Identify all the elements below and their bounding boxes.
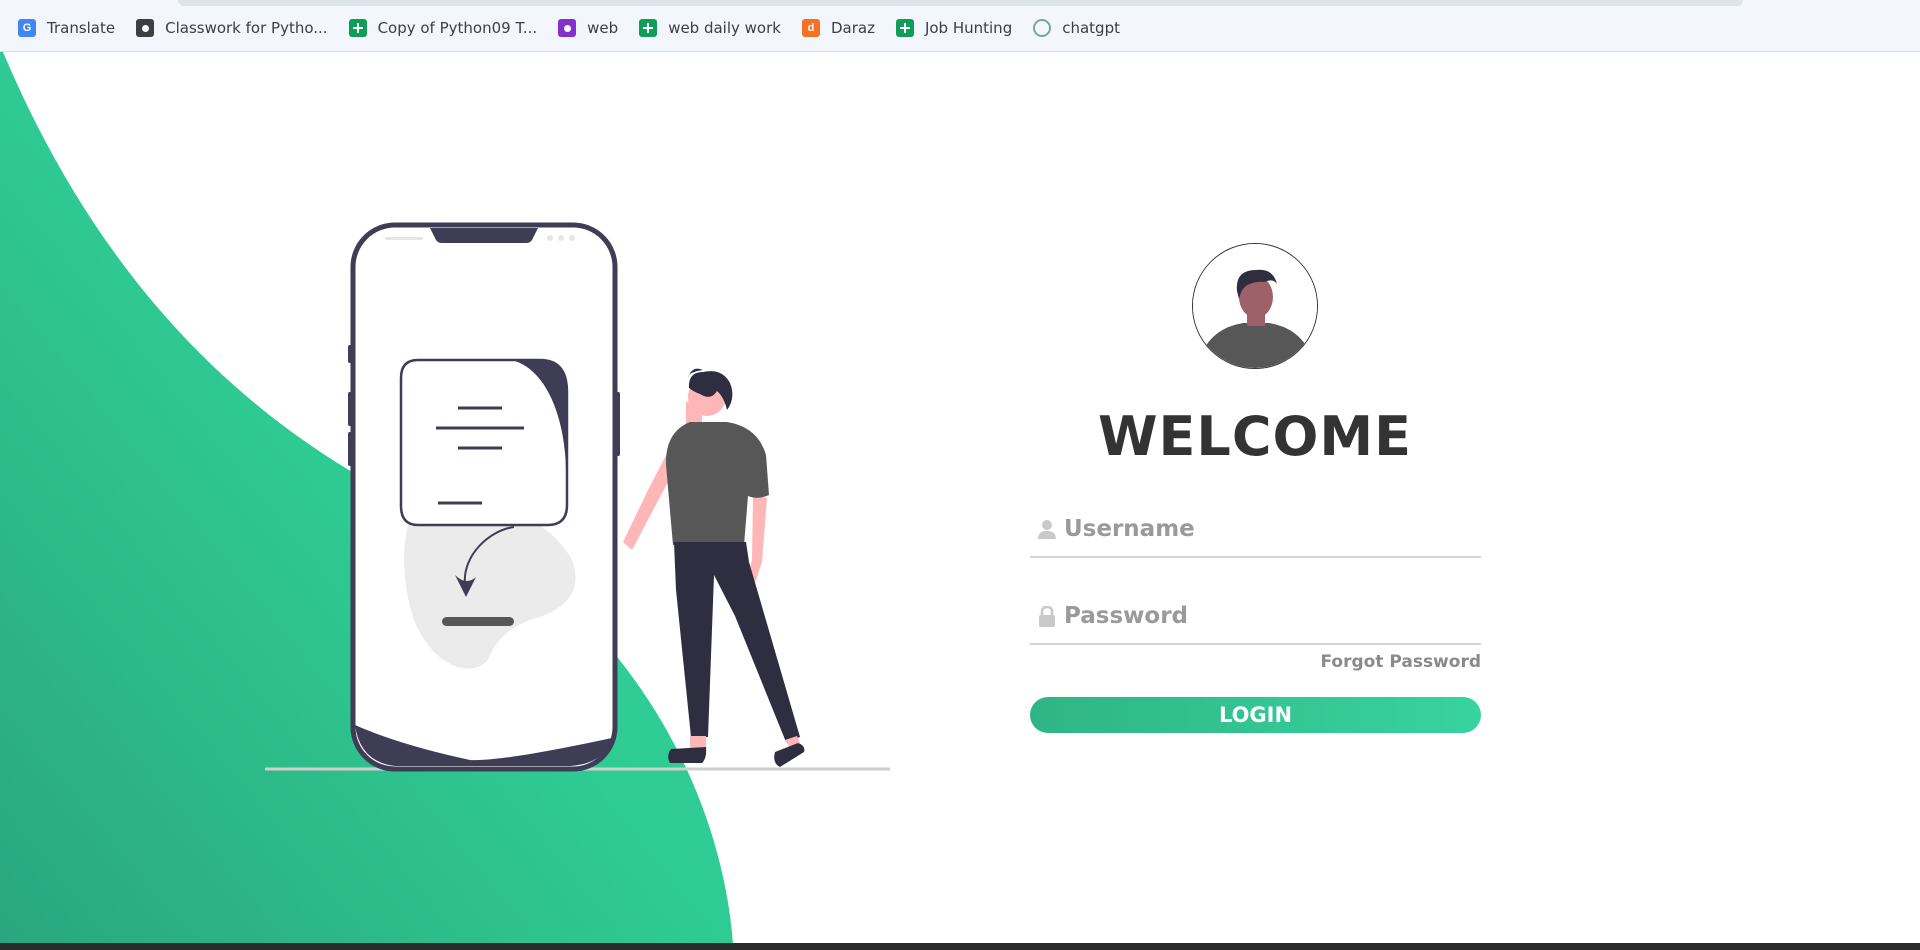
bookmarks-list: G Translate Classwork for Pytho... Copy …	[18, 16, 1141, 40]
password-input[interactable]	[1064, 596, 1464, 636]
bookmark-label: web	[587, 19, 619, 37]
tab-strip-edge	[178, 0, 1743, 6]
sheets-icon	[895, 19, 914, 37]
sheets-icon	[348, 19, 367, 37]
lock-icon	[1036, 605, 1058, 627]
avatar	[1192, 243, 1318, 369]
forgot-password-link[interactable]: Forgot Password	[1230, 652, 1481, 672]
username-field	[1030, 502, 1481, 558]
bookmark-label: chatgpt	[1062, 19, 1120, 37]
bottom-bar	[0, 943, 1920, 950]
bookmark-translate[interactable]: G Translate	[18, 16, 115, 40]
bookmark-classwork[interactable]: Classwork for Pytho...	[136, 16, 328, 40]
bookmark-job-hunting[interactable]: Job Hunting	[895, 16, 1013, 40]
username-input[interactable]	[1064, 509, 1464, 549]
login-button[interactable]: LOGIN	[1030, 697, 1481, 733]
classroom-icon	[558, 19, 577, 37]
page-title: WELCOME	[1097, 405, 1413, 468]
bookmark-label: Daraz	[830, 19, 875, 37]
chatgpt-icon	[1033, 19, 1052, 37]
bookmark-label: web daily work	[668, 19, 781, 37]
password-field	[1030, 589, 1481, 645]
bookmark-daraz[interactable]: d Daraz	[801, 16, 875, 40]
user-icon	[1036, 518, 1058, 540]
bookmark-python09[interactable]: Copy of Python09 T...	[348, 16, 538, 40]
classroom-icon	[136, 19, 155, 37]
sheets-icon	[639, 19, 658, 37]
user-avatar-icon	[1193, 244, 1317, 368]
green-wave-background	[0, 52, 733, 944]
daraz-icon: d	[801, 19, 820, 37]
bookmark-label: Copy of Python09 T...	[377, 19, 538, 37]
translate-icon: G	[18, 19, 36, 37]
bookmark-label: Translate	[47, 19, 116, 37]
bookmark-label: Job Hunting	[924, 19, 1013, 37]
bookmark-web[interactable]: web	[558, 16, 618, 40]
bookmarks-bar: G Translate Classwork for Pytho... Copy …	[0, 0, 1920, 52]
bookmark-web-daily-work[interactable]: web daily work	[639, 16, 781, 40]
bookmark-chatgpt[interactable]: chatgpt	[1033, 16, 1120, 40]
bookmark-label: Classwork for Pytho...	[165, 19, 328, 37]
